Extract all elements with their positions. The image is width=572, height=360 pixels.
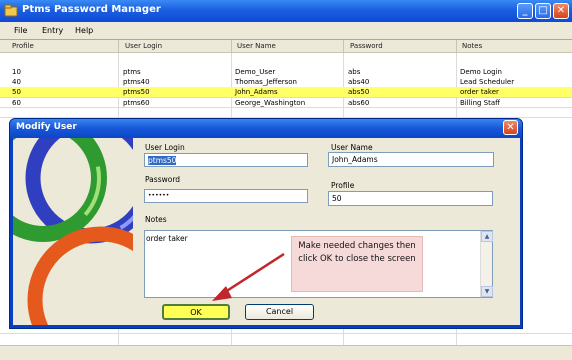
column-divider	[118, 40, 119, 53]
notes-value: order taker	[146, 234, 188, 243]
cell-user-name: John_Adams	[235, 88, 278, 96]
profile-label: Profile	[331, 181, 355, 190]
menu-file[interactable]: File	[14, 26, 27, 35]
user-login-label: User Login	[145, 143, 185, 152]
cell-user-login: ptms40	[123, 78, 150, 86]
scroll-down-icon[interactable]: ▼	[481, 286, 493, 297]
user-login-value: ptms50	[148, 156, 177, 165]
table-row[interactable]: 40 ptms40 Thomas_Jefferson abs40 Lead Sc…	[0, 77, 572, 87]
table-row-selected[interactable]: 50 ptms50 John_Adams abs50 order taker	[0, 87, 572, 97]
column-header-user-name[interactable]: User Name	[237, 42, 276, 50]
cell-user-login: ptms	[123, 68, 141, 76]
app-icon	[4, 4, 18, 17]
notes-label: Notes	[145, 215, 167, 224]
close-button[interactable]: ✕	[553, 3, 569, 19]
callout-arrow-icon	[212, 252, 285, 301]
column-header-profile[interactable]: Profile	[12, 42, 34, 50]
dialog-titlebar[interactable]	[10, 119, 522, 138]
notes-scrollbar[interactable]: ▲ ▼	[480, 231, 493, 297]
callout-text: Make needed changes then click OK to clo…	[298, 241, 416, 264]
cell-user-login: ptms50	[123, 88, 150, 96]
table-row[interactable]: 10 ptms Demo_User abs Demo Login	[0, 67, 572, 77]
cell-password: abs50	[348, 88, 370, 96]
password-field[interactable]: ••••••	[144, 189, 308, 203]
password-label: Password	[145, 175, 181, 184]
scroll-up-icon[interactable]: ▲	[481, 231, 493, 242]
cell-profile: 40	[12, 78, 21, 86]
cell-user-name: Thomas_Jefferson	[235, 78, 297, 86]
column-header-user-login[interactable]: User Login	[125, 42, 162, 50]
grid-line	[0, 333, 572, 334]
grid-header	[0, 40, 572, 53]
status-bar	[0, 345, 572, 360]
minimize-button[interactable]: _	[517, 3, 533, 19]
user-login-field[interactable]: ptms50	[144, 153, 308, 167]
cell-user-name: George_Washington	[235, 99, 306, 107]
column-divider	[456, 40, 457, 53]
cell-profile: 10	[12, 68, 21, 76]
cell-profile: 60	[12, 99, 21, 107]
cell-notes: order taker	[460, 88, 499, 96]
decorative-rings-graphic	[13, 138, 133, 325]
column-divider	[231, 40, 232, 53]
window-title: Ptms Password Manager	[22, 4, 161, 15]
maximize-button[interactable]: □	[535, 3, 551, 19]
column-header-password[interactable]: Password	[350, 42, 383, 50]
cell-user-name: Demo_User	[235, 68, 276, 76]
cell-notes: Billing Staff	[460, 99, 500, 107]
cell-password: abs	[348, 68, 361, 76]
dialog-title: Modify User	[16, 122, 77, 132]
profile-field[interactable]: 50	[328, 191, 493, 206]
cell-user-login: ptms60	[123, 99, 150, 107]
cell-profile: 50	[12, 88, 21, 96]
cell-password: abs60	[348, 99, 370, 107]
column-divider	[343, 40, 344, 53]
user-name-field[interactable]: John_Adams	[328, 152, 494, 167]
menu-entry[interactable]: Entry	[42, 26, 63, 35]
cell-notes: Demo Login	[460, 68, 502, 76]
menu-help[interactable]: Help	[75, 26, 93, 35]
cell-password: abs40	[348, 78, 370, 86]
column-header-notes[interactable]: Notes	[462, 42, 482, 50]
cell-notes: Lead Scheduler	[460, 78, 515, 86]
table-row[interactable]: 60 ptms60 George_Washington abs60 Billin…	[0, 98, 572, 108]
dialog-close-button[interactable]: ✕	[503, 120, 518, 135]
user-name-label: User Name	[331, 143, 373, 152]
